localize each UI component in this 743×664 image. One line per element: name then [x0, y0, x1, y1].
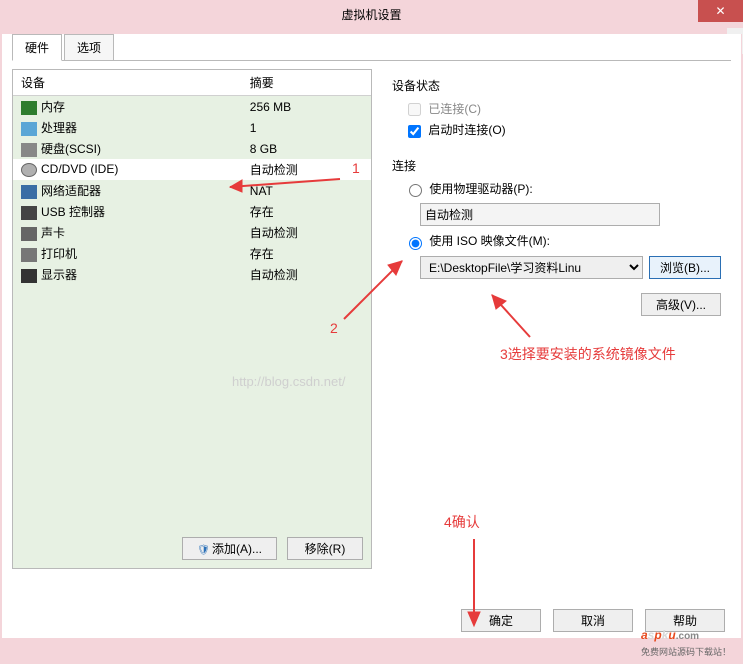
snd-icon [21, 227, 37, 241]
device-name-cell: 显示器 [13, 264, 242, 285]
window-title: 虚拟机设置 [341, 6, 401, 23]
cd-icon [21, 163, 37, 177]
device-row[interactable]: 处理器 1 [13, 117, 371, 138]
device-list-panel: 设备 摘要 内存256 MB处理器1硬盘(SCSI)8 GBCD/DVD (ID… [12, 69, 372, 569]
tab-hardware[interactable]: 硬件 [12, 34, 62, 61]
device-summary: 自动检测 [242, 222, 371, 243]
device-summary: 自动检测 [242, 264, 371, 285]
remove-button[interactable]: 移除(R) [287, 537, 363, 560]
browse-button[interactable]: 浏览(B)... [649, 256, 721, 279]
connect-poweron-label: 启动时连接(O) [428, 123, 505, 137]
device-name: 内存 [41, 100, 65, 114]
status-group-title: 设备状态 [392, 77, 721, 94]
disk-icon [21, 143, 37, 157]
use-physical-radio[interactable] [409, 184, 422, 197]
add-button[interactable]: 添加(A)... [182, 537, 277, 560]
cancel-button[interactable]: 取消 [553, 609, 633, 632]
dialog-content: 硬件 选项 设备 摘要 内存256 MB处理器1硬盘(SCSI)8 GBCD/D… [1, 34, 742, 639]
device-name: USB 控制器 [41, 205, 105, 219]
device-summary: 存在 [242, 243, 371, 264]
device-row[interactable]: 网络适配器 NAT [13, 180, 371, 201]
connection-group-title: 连接 [392, 157, 721, 174]
settings-panel: 设备状态 已连接(C) 启动时连接(O) 连接 使用物理驱动器(P): 自动检测… [382, 69, 731, 569]
device-name-cell: 声卡 [13, 222, 242, 243]
device-row[interactable]: CD/DVD (IDE) 自动检测 [13, 159, 371, 180]
device-row[interactable]: 声卡 自动检测 [13, 222, 371, 243]
iso-path-select[interactable]: E:\DesktopFile\学习资料Linu [420, 256, 643, 279]
device-name-cell: 打印机 [13, 243, 242, 264]
device-name: 处理器 [41, 121, 77, 135]
device-name-cell: 内存 [13, 96, 242, 118]
device-name-cell: 处理器 [13, 117, 242, 138]
usb-icon [21, 206, 37, 220]
physical-drive-select[interactable]: 自动检测 [420, 203, 660, 226]
device-name: 网络适配器 [41, 184, 101, 198]
connect-poweron-checkbox[interactable] [408, 125, 421, 138]
device-name: 显示器 [41, 268, 77, 282]
disp-icon [21, 269, 37, 283]
tab-options[interactable]: 选项 [64, 34, 114, 61]
device-row[interactable]: USB 控制器 存在 [13, 201, 371, 222]
device-name-cell: 网络适配器 [13, 180, 242, 201]
device-summary: 8 GB [242, 138, 371, 159]
device-name-cell: USB 控制器 [13, 201, 242, 222]
device-name: 声卡 [41, 226, 65, 240]
advanced-button[interactable]: 高级(V)... [641, 293, 721, 316]
device-name-cell: CD/DVD (IDE) [13, 159, 242, 180]
cpu-icon [21, 122, 37, 136]
device-row[interactable]: 内存 256 MB [13, 96, 371, 118]
device-row[interactable]: 硬盘(SCSI) 8 GB [13, 138, 371, 159]
device-name: CD/DVD (IDE) [41, 162, 118, 176]
use-physical-label: 使用物理驱动器(P): [429, 182, 532, 196]
titlebar: 虚拟机设置 ✕ [0, 0, 743, 28]
close-button[interactable]: ✕ [698, 0, 743, 22]
close-icon: ✕ [715, 4, 725, 18]
device-summary: NAT [242, 180, 371, 201]
device-name: 打印机 [41, 247, 77, 261]
connected-checkbox [408, 103, 421, 116]
device-summary: 256 MB [242, 96, 371, 118]
tab-bar: 硬件 选项 [12, 34, 731, 61]
device-row[interactable]: 打印机 存在 [13, 243, 371, 264]
use-iso-label: 使用 ISO 映像文件(M): [429, 234, 550, 248]
connected-label: 已连接(C) [428, 102, 481, 116]
use-iso-radio[interactable] [409, 237, 422, 250]
mem-icon [21, 101, 37, 115]
ok-button[interactable]: 确定 [461, 609, 541, 632]
device-name-cell: 硬盘(SCSI) [13, 138, 242, 159]
col-summary[interactable]: 摘要 [242, 70, 371, 96]
device-summary: 自动检测 [242, 159, 371, 180]
col-device[interactable]: 设备 [13, 70, 242, 96]
prn-icon [21, 248, 37, 262]
net-icon [21, 185, 37, 199]
logo: aspku.com 免费网站源码下载站！ [641, 619, 731, 658]
device-row[interactable]: 显示器 自动检测 [13, 264, 371, 285]
device-table: 设备 摘要 内存256 MB处理器1硬盘(SCSI)8 GBCD/DVD (ID… [13, 70, 371, 285]
device-summary: 1 [242, 117, 371, 138]
device-name: 硬盘(SCSI) [41, 142, 101, 156]
device-summary: 存在 [242, 201, 371, 222]
logo-sub: 免费网站源码下载站！ [641, 645, 731, 658]
